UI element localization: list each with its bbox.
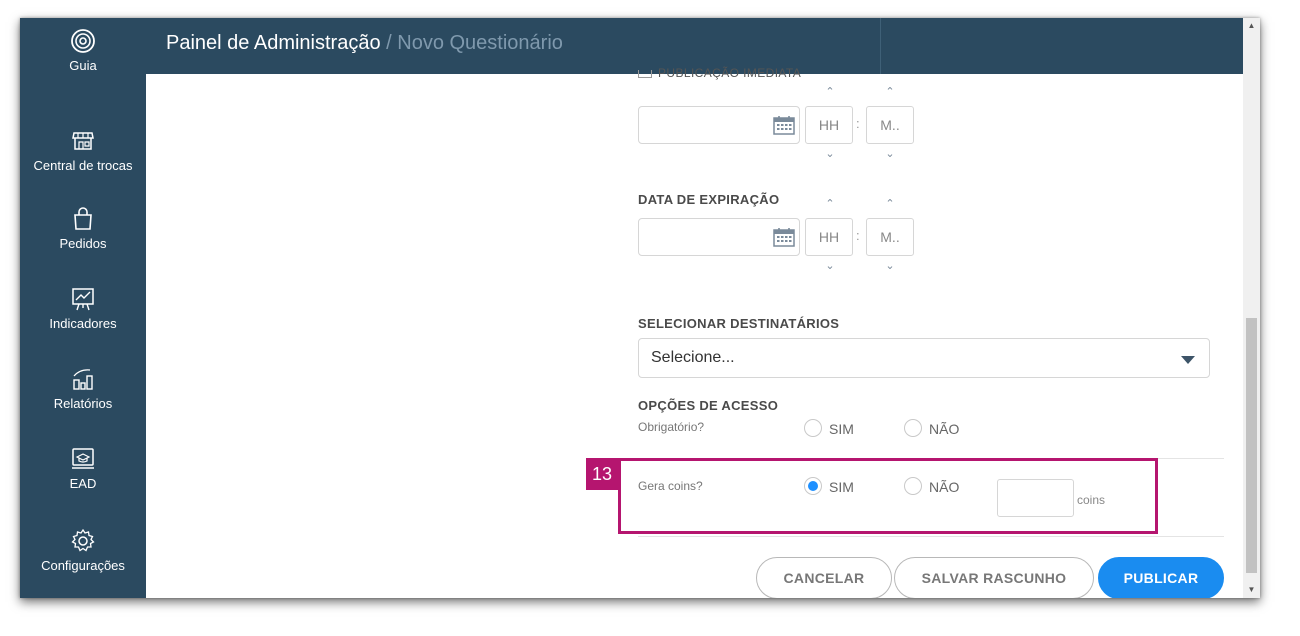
minute-up-chevron-icon[interactable]: ⌃ <box>882 86 898 98</box>
calendar-icon[interactable] <box>773 227 795 247</box>
minute-up-chevron-icon[interactable]: ⌃ <box>882 198 898 210</box>
chart-board-icon <box>72 288 94 311</box>
page-title: Painel de Administração / Novo Questioná… <box>166 32 563 55</box>
expiration-label: DATA DE EXPIRAÇÃO <box>638 192 780 207</box>
scroll-down-arrow-icon[interactable]: ▼ <box>1246 584 1257 596</box>
sidebar-item-label: Guia <box>69 58 97 73</box>
breadcrumb: / Novo Questionário <box>380 32 563 54</box>
questionnaire-form: PUBLICAÇÃO IMEDIATA ⌃ ⌃ HH : M.. ⌄ ⌄ DAT… <box>146 66 1243 598</box>
annotation-highlight-box <box>618 458 1158 534</box>
save-draft-button[interactable]: SALVAR RASCUNHO <box>894 557 1094 598</box>
report-icon <box>73 369 93 390</box>
sidebar-item-label: EAD <box>69 476 97 491</box>
minute-down-chevron-icon[interactable]: ⌄ <box>882 148 898 160</box>
annotation-step-badge: 13 <box>586 458 618 490</box>
sidebar-item-label: Indicadores <box>49 316 117 331</box>
vertical-scrollbar[interactable]: ▲ ▼ <box>1243 18 1260 598</box>
store-icon <box>72 132 94 150</box>
mandatory-no-label[interactable]: NÃO <box>929 421 959 437</box>
mandatory-no-radio[interactable] <box>904 419 922 437</box>
expiration-minute-input[interactable]: M.. <box>866 218 914 256</box>
publish-date-input[interactable] <box>638 106 800 144</box>
sidebar: Guia Central de trocas Pedidos Indicador… <box>20 18 146 598</box>
ead-icon <box>72 448 94 469</box>
publish-hour-input[interactable]: HH <box>805 106 853 144</box>
sidebar-item-ead[interactable]: EAD <box>20 446 146 491</box>
time-separator: : <box>856 228 860 243</box>
publish-button[interactable]: PUBLICAR <box>1098 557 1224 598</box>
sidebar-item-configuracoes[interactable]: Configurações <box>20 528 146 573</box>
access-options-label: OPÇÕES DE ACESSO <box>638 398 779 413</box>
guide-icon <box>71 29 95 53</box>
caret-down-icon <box>1181 356 1195 364</box>
expiration-date-input[interactable] <box>638 218 800 256</box>
gear-icon <box>71 528 95 552</box>
hour-up-chevron-icon[interactable]: ⌃ <box>822 86 838 98</box>
recipients-select[interactable]: Selecione... <box>638 338 1210 378</box>
recipients-selected-value: Selecione... <box>651 349 735 366</box>
time-separator: : <box>856 116 860 131</box>
mandatory-label: Obrigatório? <box>638 420 705 434</box>
mandatory-yes-label[interactable]: SIM <box>829 421 854 437</box>
minute-down-chevron-icon[interactable]: ⌄ <box>882 260 898 272</box>
scrollbar-thumb[interactable] <box>1246 318 1257 573</box>
header-divider <box>880 18 881 74</box>
sidebar-item-label: Configurações <box>41 558 125 573</box>
recipients-label: SELECIONAR DESTINATÁRIOS <box>638 316 840 331</box>
sidebar-item-label: Central de trocas <box>33 158 133 173</box>
sidebar-item-pedidos[interactable]: Pedidos <box>20 206 146 251</box>
scroll-up-arrow-icon[interactable]: ▲ <box>1246 20 1257 32</box>
bag-icon <box>74 207 92 230</box>
sidebar-item-relatorios[interactable]: Relatórios <box>20 366 146 411</box>
app-window: Guia Central de trocas Pedidos Indicador… <box>20 18 1260 598</box>
mandatory-yes-radio[interactable] <box>804 419 822 437</box>
expiration-hour-input[interactable]: HH <box>805 218 853 256</box>
publish-minute-input[interactable]: M.. <box>866 106 914 144</box>
sidebar-item-guia[interactable]: Guia <box>20 28 146 73</box>
sidebar-item-central-de-trocas[interactable]: Central de trocas <box>20 128 146 173</box>
divider <box>638 536 1224 537</box>
sidebar-item-label: Relatórios <box>53 396 113 411</box>
header-title: Painel de Administração <box>166 32 381 54</box>
hour-up-chevron-icon[interactable]: ⌃ <box>822 198 838 210</box>
cancel-button[interactable]: CANCELAR <box>756 557 892 598</box>
hour-down-chevron-icon[interactable]: ⌄ <box>822 260 838 272</box>
immediate-publish-label: PUBLICAÇÃO IMEDIATA <box>658 66 802 80</box>
sidebar-item-label: Pedidos <box>59 236 107 251</box>
immediate-publish-checkbox[interactable] <box>638 70 652 78</box>
calendar-icon[interactable] <box>773 115 795 135</box>
sidebar-item-indicadores[interactable]: Indicadores <box>20 286 146 331</box>
hour-down-chevron-icon[interactable]: ⌄ <box>822 148 838 160</box>
